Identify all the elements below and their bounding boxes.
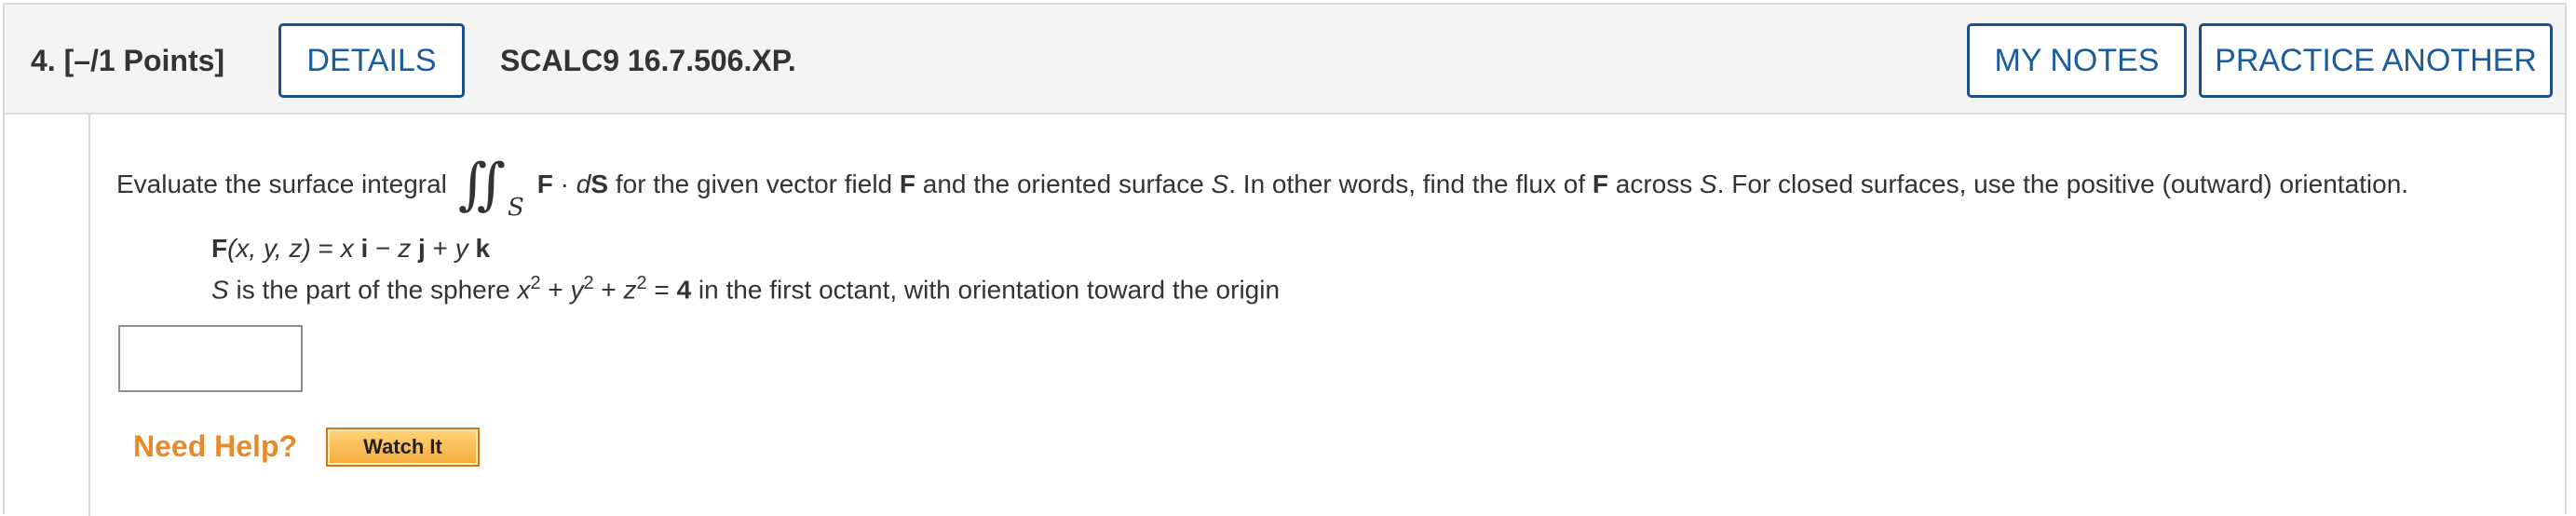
statement-F-2: F bbox=[1592, 170, 1608, 198]
surface-x-exponent: 2 bbox=[530, 273, 541, 293]
surface-x: x bbox=[517, 275, 531, 305]
field-equals: = bbox=[310, 234, 341, 263]
field-k: k bbox=[468, 234, 491, 263]
problem-statement: Evaluate the surface integral ∬ S F · dS … bbox=[116, 152, 2408, 222]
question-header: 4. [–/1 Points] DETAILS SCALC9 16.7.506.… bbox=[5, 5, 2565, 115]
need-help-label: Need Help? bbox=[133, 429, 298, 463]
field-j: j bbox=[411, 234, 426, 263]
surface-S: S bbox=[211, 275, 229, 305]
statement-part-1: for the given vector field bbox=[608, 170, 900, 198]
statement-S-1: S bbox=[1211, 170, 1229, 198]
answer-input[interactable] bbox=[118, 325, 303, 392]
surface-y: y bbox=[570, 275, 584, 305]
problem-statement-text: F · dS for the given vector field F and … bbox=[537, 170, 2408, 199]
statement-part-3: . In other words, find the flux of bbox=[1228, 170, 1593, 198]
statement-part-5: . For closed surfaces, use the positive … bbox=[1716, 170, 2409, 198]
surface-text: is the part of the sphere bbox=[228, 275, 518, 305]
details-button[interactable]: DETAILS bbox=[278, 23, 465, 98]
question-number-points: 4. [–/1 Points] bbox=[31, 44, 224, 78]
surface-plus-1: + bbox=[540, 275, 571, 305]
surface-plus-2: + bbox=[593, 275, 624, 305]
watch-it-button[interactable]: Watch It bbox=[326, 428, 480, 467]
integrand-dot: · bbox=[552, 170, 576, 198]
field-i: i bbox=[353, 234, 369, 263]
surface-y-exponent: 2 bbox=[583, 273, 594, 293]
points-label: [–/1 Points] bbox=[63, 44, 225, 77]
field-F: F bbox=[211, 234, 228, 263]
practice-another-button[interactable]: PRACTICE ANOTHER bbox=[2199, 23, 2553, 98]
vector-field-definition: F(x, y, z) = x i − z j + y k bbox=[211, 234, 490, 264]
problem-code: SCALC9 16.7.506.XP. bbox=[500, 44, 796, 77]
surface-tail: in the first octant, with orientation to… bbox=[691, 275, 1281, 305]
integrand-F: F bbox=[536, 170, 553, 198]
field-minus: − bbox=[368, 234, 399, 263]
question-panel: 4. [–/1 Points] DETAILS SCALC9 16.7.506.… bbox=[3, 3, 2569, 516]
field-z: z bbox=[398, 234, 412, 263]
statement-S-2: S bbox=[1700, 170, 1717, 198]
integrand-d: d bbox=[576, 170, 591, 198]
my-notes-button[interactable]: MY NOTES bbox=[1967, 23, 2187, 98]
problem-intro: Evaluate the surface integral bbox=[116, 170, 447, 198]
field-y: y bbox=[454, 234, 468, 263]
statement-part-2: and the oriented surface bbox=[915, 170, 1212, 198]
question-content: Evaluate the surface integral ∬ S F · dS … bbox=[88, 115, 2569, 516]
statement-part-4: across bbox=[1608, 170, 1701, 198]
surface-z-exponent: 2 bbox=[636, 273, 647, 293]
statement-F-1: F bbox=[899, 170, 915, 198]
question-number: 4. bbox=[31, 44, 56, 77]
field-args: (x, y, z) bbox=[227, 234, 311, 263]
field-x: x bbox=[340, 234, 354, 263]
surface-equals: = bbox=[646, 275, 677, 305]
integral-subscript: S bbox=[507, 194, 524, 222]
surface-z: z bbox=[623, 275, 637, 305]
surface-value: 4 bbox=[676, 275, 692, 305]
field-plus: + bbox=[425, 234, 455, 263]
integrand-S: S bbox=[590, 170, 609, 198]
surface-integral-symbol: ∬ S bbox=[457, 152, 524, 222]
surface-definition: S is the part of the sphere x2 + y2 + z2… bbox=[211, 273, 1280, 305]
